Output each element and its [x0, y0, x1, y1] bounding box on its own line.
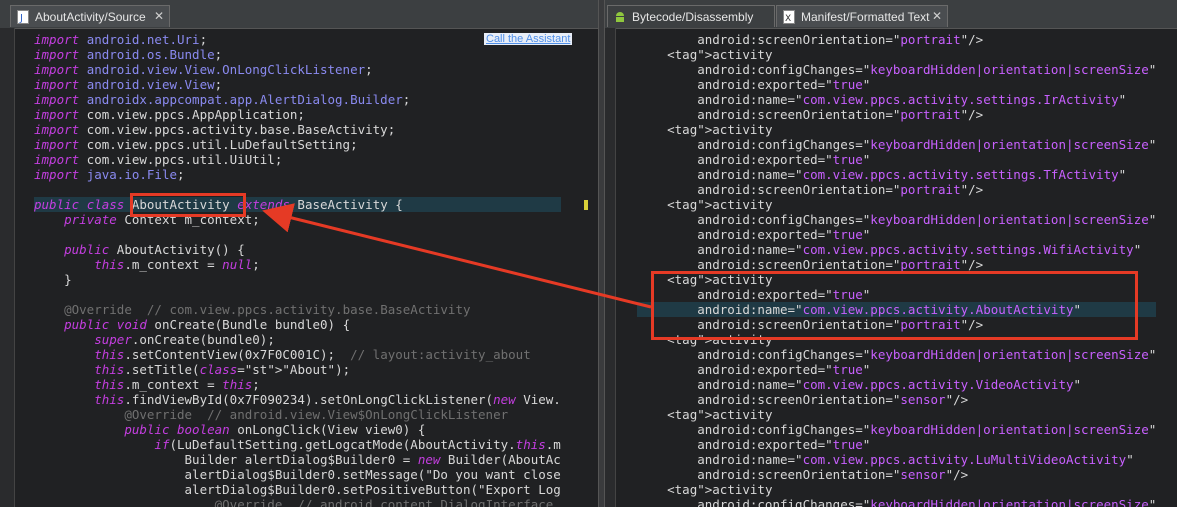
annotation-arrow-icon [262, 203, 652, 309]
